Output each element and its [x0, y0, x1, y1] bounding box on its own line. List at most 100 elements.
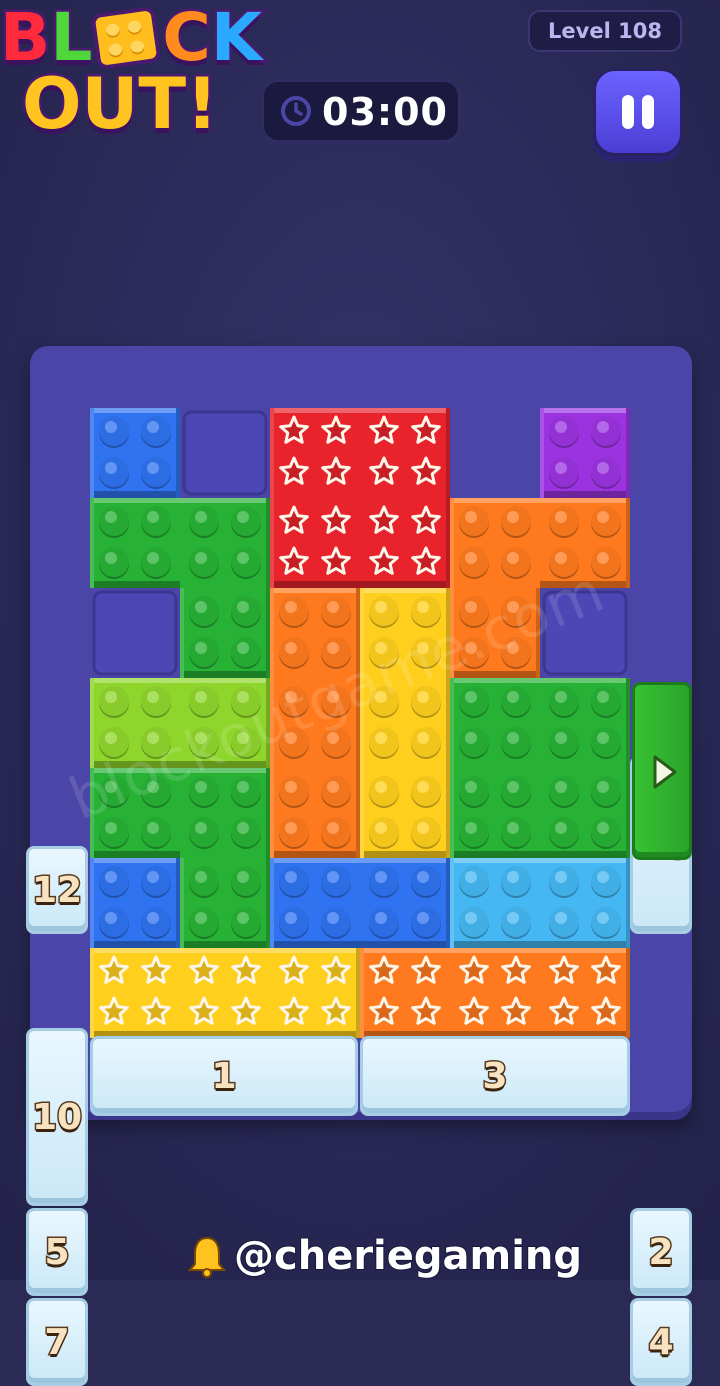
- block-edge: [180, 671, 270, 678]
- stud-highlight: [507, 822, 519, 834]
- logo-line-2: OUT!: [19, 64, 220, 145]
- block-cell: [270, 498, 360, 588]
- block-cell: [540, 948, 630, 1038]
- block-edge: [180, 941, 270, 948]
- stud-highlight: [507, 511, 519, 523]
- stud-highlight: [507, 691, 519, 703]
- level-label: Level 108: [548, 19, 662, 43]
- block-edge: [270, 408, 360, 413]
- block-cell: [180, 948, 270, 1038]
- block-edge: [90, 678, 180, 683]
- block-edge: [266, 768, 270, 858]
- blue-small-block[interactable]: [90, 858, 180, 948]
- stud-highlight: [507, 732, 519, 744]
- block-edge: [180, 498, 270, 503]
- stud-highlight: [327, 871, 339, 883]
- stud-highlight: [195, 601, 207, 613]
- gate-number: 10: [30, 1095, 83, 1139]
- stud-highlight: [555, 822, 567, 834]
- block-edge: [446, 768, 450, 858]
- play-arrow-icon: [653, 755, 677, 789]
- block-edge: [446, 678, 450, 768]
- block-edge: [360, 588, 450, 593]
- block-edge: [180, 588, 184, 678]
- clock-icon: [281, 96, 311, 126]
- timer-value: 03:00: [322, 90, 448, 134]
- block-edge: [540, 408, 630, 413]
- stud-highlight: [375, 601, 387, 613]
- stud-highlight: [555, 421, 567, 433]
- stud-highlight: [195, 912, 207, 924]
- block-edge: [540, 678, 630, 683]
- gate-number: 1: [210, 1054, 238, 1098]
- stud-highlight: [147, 912, 159, 924]
- stud-highlight: [327, 781, 339, 793]
- stud-highlight: [105, 691, 117, 703]
- game-board: 12 14 10 5 2 7 4 1 3: [26, 346, 692, 1386]
- exit-gate-5: 5: [26, 1208, 88, 1296]
- block-edge: [360, 948, 364, 1038]
- stud-highlight: [465, 552, 477, 564]
- block-edge: [176, 858, 180, 948]
- stud-highlight: [285, 642, 297, 654]
- logo-brick-icon: [90, 5, 162, 71]
- stud-highlight: [327, 822, 339, 834]
- stud-highlight: [147, 552, 159, 564]
- stud-highlight: [465, 912, 477, 924]
- exit-gate-7: 7: [26, 1298, 88, 1386]
- gate-number: 4: [647, 1320, 675, 1364]
- block-edge: [270, 858, 360, 863]
- block-cell: [270, 948, 360, 1038]
- stud-highlight: [597, 691, 609, 703]
- stud-highlight: [147, 462, 159, 474]
- stud-highlight: [195, 822, 207, 834]
- stud-highlight: [105, 511, 117, 523]
- green-square-block[interactable]: [450, 678, 630, 858]
- stud-highlight: [105, 871, 117, 883]
- stud-highlight: [555, 462, 567, 474]
- stud-highlight: [285, 781, 297, 793]
- block-edge: [180, 948, 270, 953]
- purple-block[interactable]: [540, 408, 630, 498]
- block-cell: [270, 408, 360, 498]
- exit-gate-2: 2: [630, 1208, 692, 1296]
- stud-highlight: [147, 871, 159, 883]
- logo-letter: K: [208, 0, 264, 76]
- gate-number: 3: [481, 1054, 509, 1098]
- stud-highlight: [555, 732, 567, 744]
- block-edge: [266, 858, 270, 948]
- stud-highlight: [375, 822, 387, 834]
- block-edge: [360, 941, 450, 948]
- block-edge: [360, 768, 364, 858]
- block-edge: [446, 498, 450, 588]
- block-edge: [266, 498, 270, 588]
- block-edge: [270, 941, 360, 948]
- block-edge: [360, 581, 450, 588]
- block-edge: [446, 858, 450, 948]
- exit-gate-4: 4: [630, 1298, 692, 1386]
- block-cell: [360, 948, 450, 1038]
- blue-wide-block[interactable]: [270, 858, 450, 948]
- stud-highlight: [507, 871, 519, 883]
- stud-highlight: [417, 822, 429, 834]
- pause-button[interactable]: [593, 68, 683, 156]
- block-edge: [450, 851, 540, 858]
- stud-highlight: [237, 642, 249, 654]
- red-star-block[interactable]: [270, 408, 450, 588]
- stud-highlight: [147, 421, 159, 433]
- stud-highlight: [465, 871, 477, 883]
- block-edge: [270, 768, 274, 858]
- stud-highlight: [105, 421, 117, 433]
- stud-highlight: [195, 642, 207, 654]
- block-edge: [540, 948, 630, 953]
- stud-highlight: [327, 642, 339, 654]
- stud-highlight: [465, 781, 477, 793]
- orange-star-block[interactable]: [360, 948, 630, 1038]
- block-edge: [270, 858, 274, 948]
- block-edge: [270, 948, 360, 953]
- blue-block-top[interactable]: [90, 408, 180, 498]
- stud-highlight: [597, 912, 609, 924]
- yellow-star-block[interactable]: [90, 948, 360, 1038]
- light-blue-block[interactable]: [450, 858, 630, 948]
- block-edge: [90, 678, 94, 768]
